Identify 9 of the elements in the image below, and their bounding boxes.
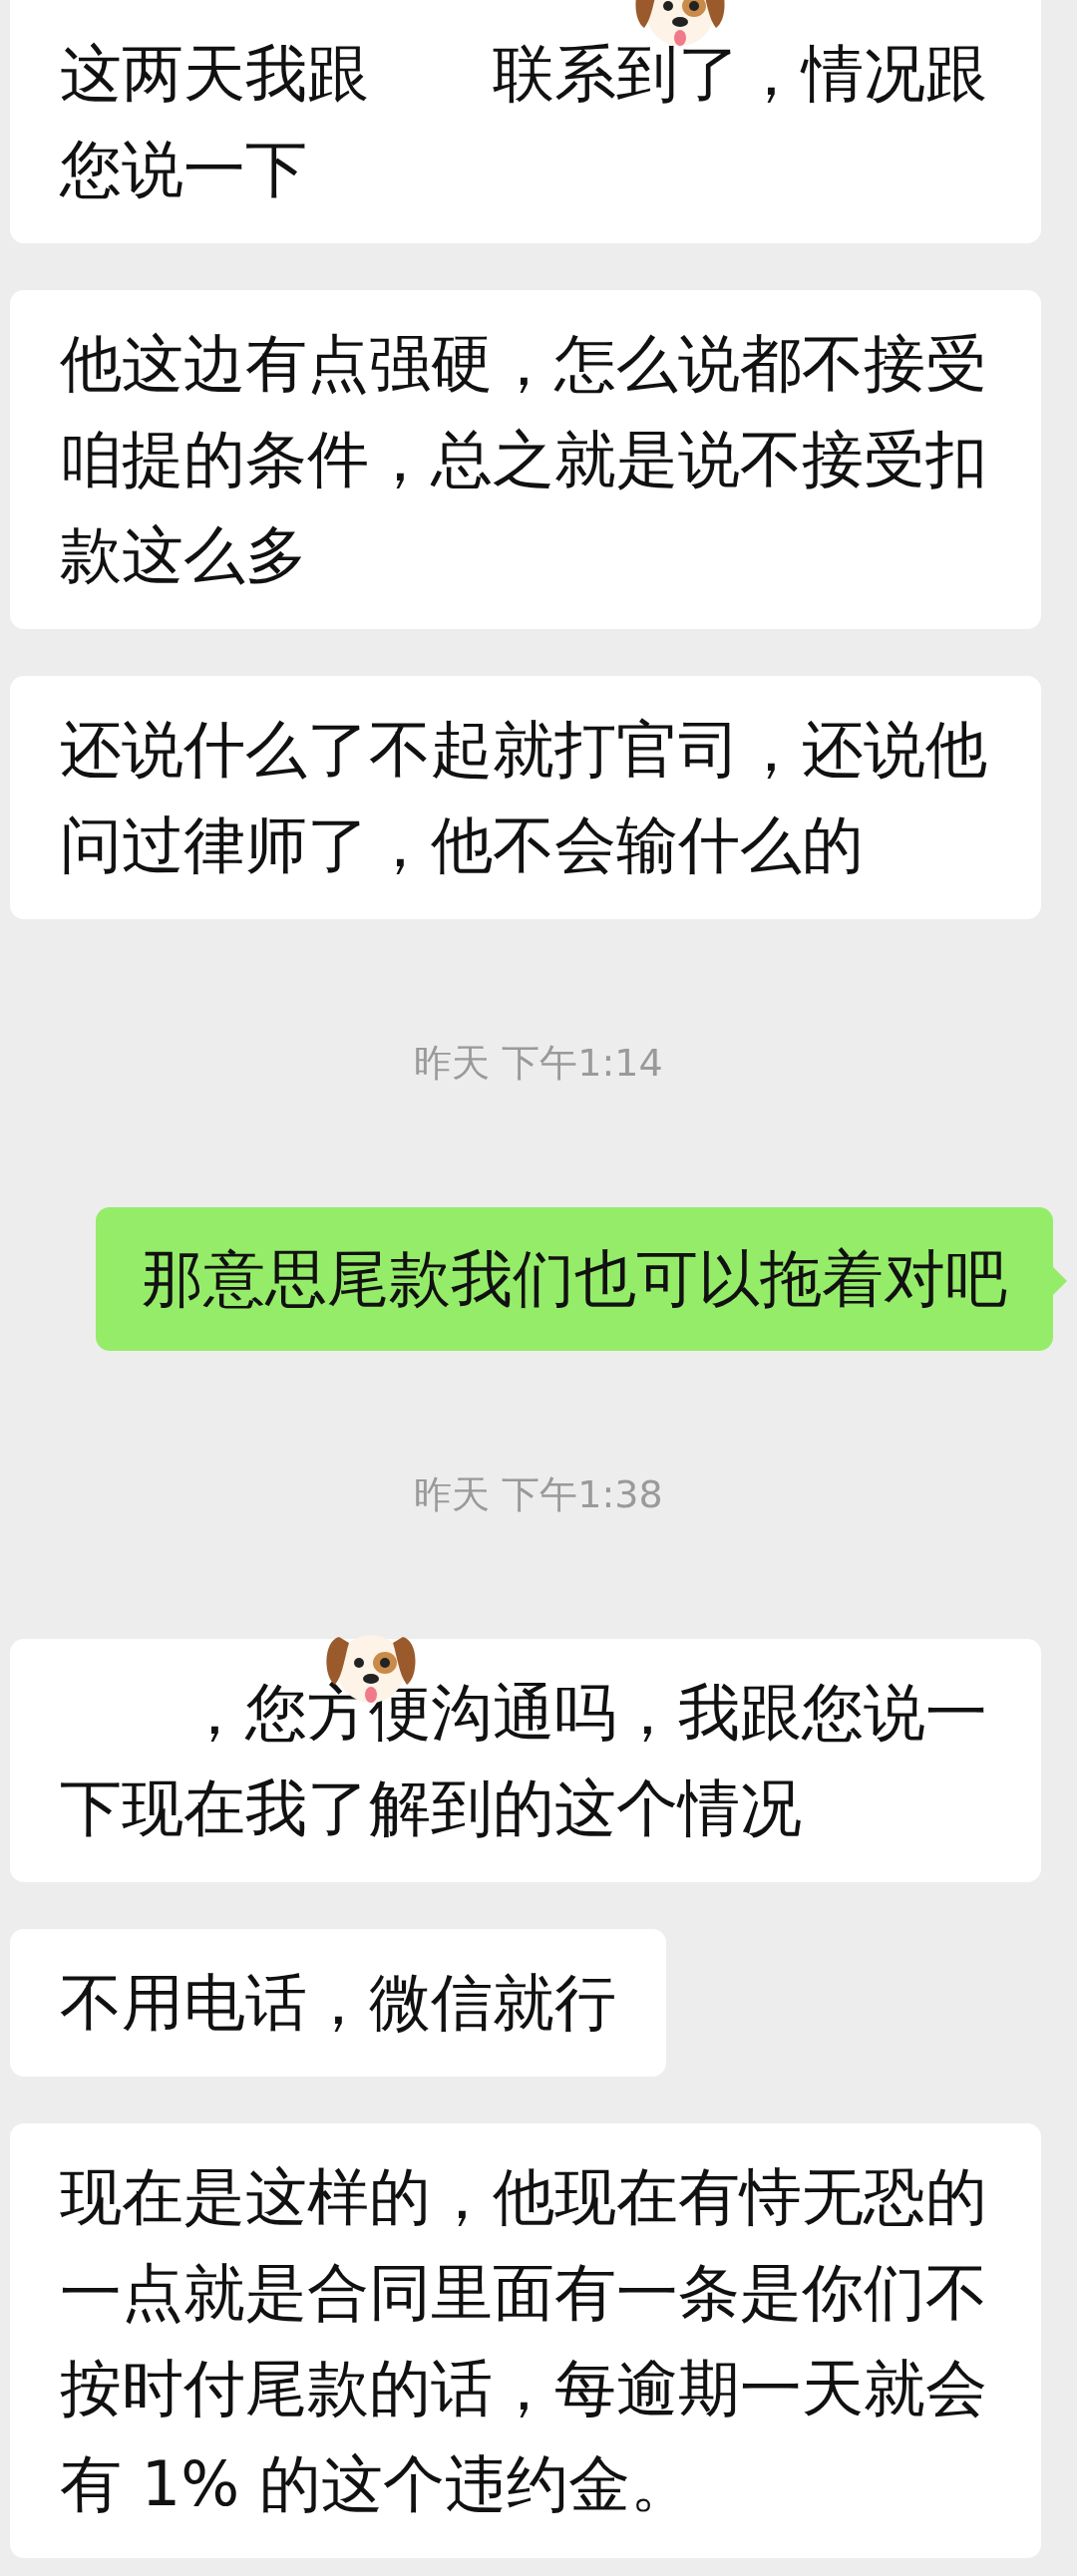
sent-message-bubble: 那意思尾款我们也可以拖着对吧	[96, 1207, 1053, 1351]
received-message-bubble: 这两天我跟 联系到了，情况跟您说一下	[10, 0, 1041, 243]
received-message-bubble: 不用电话，微信就行	[10, 1929, 666, 2077]
received-message-bubble: 他这边有点强硬，怎么说都不接受咱提的条件，总之就是说不接受扣款这么多	[10, 290, 1041, 629]
received-message-bubble: 还说什么了不起就打官司，还说他问过律师了，他不会输什么的	[10, 676, 1041, 919]
timestamp: 昨天 下午1:38	[414, 1471, 663, 1518]
received-message-bubble: 现在是这样的，他现在有恃无恐的一点就是合同里面有一条是你们不按时付尾款的话，每逾期一天就会有 1% 的这个违约金。	[10, 2123, 1041, 2558]
timestamp: 昨天 下午1:14	[414, 1040, 663, 1087]
bubble-tail	[1051, 1265, 1067, 1297]
